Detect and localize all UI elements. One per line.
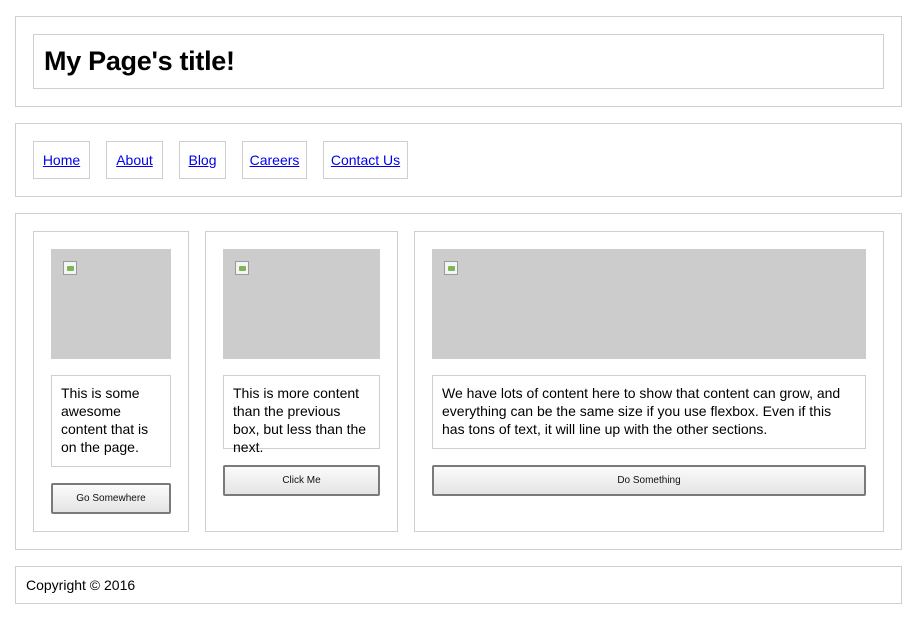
broken-image-icon [444, 261, 458, 275]
card-text: This is some awesome content that is on … [51, 375, 171, 467]
title-box: My Page's title! [33, 34, 884, 89]
nav-item-contact-us: Contact Us [323, 141, 408, 179]
nav-link-home[interactable]: Home [43, 152, 80, 168]
nav-link-careers[interactable]: Careers [250, 152, 300, 168]
broken-image-icon [235, 261, 249, 275]
copyright-text: Copyright © 2016 [26, 577, 136, 593]
nav-link-about[interactable]: About [116, 152, 153, 168]
page-footer: Copyright © 2016 [15, 566, 902, 604]
page-title: My Page's title! [44, 46, 235, 76]
go-somewhere-button[interactable]: Go Somewhere [51, 483, 171, 514]
card-image [223, 249, 380, 359]
nav-item-careers: Careers [242, 141, 307, 179]
do-something-button[interactable]: Do Something [432, 465, 866, 496]
nav-link-contact-us[interactable]: Contact Us [331, 152, 400, 168]
nav-item-blog: Blog [179, 141, 226, 179]
nav-link-blog[interactable]: Blog [188, 152, 216, 168]
card-image [432, 249, 866, 359]
card-text: We have lots of content here to show tha… [432, 375, 866, 449]
card-image [51, 249, 171, 359]
nav-item-home: Home [33, 141, 90, 179]
click-me-button[interactable]: Click Me [223, 465, 380, 496]
broken-image-icon [63, 261, 77, 275]
card-text: This is more content than the previous b… [223, 375, 380, 455]
nav-item-about: About [106, 141, 163, 179]
